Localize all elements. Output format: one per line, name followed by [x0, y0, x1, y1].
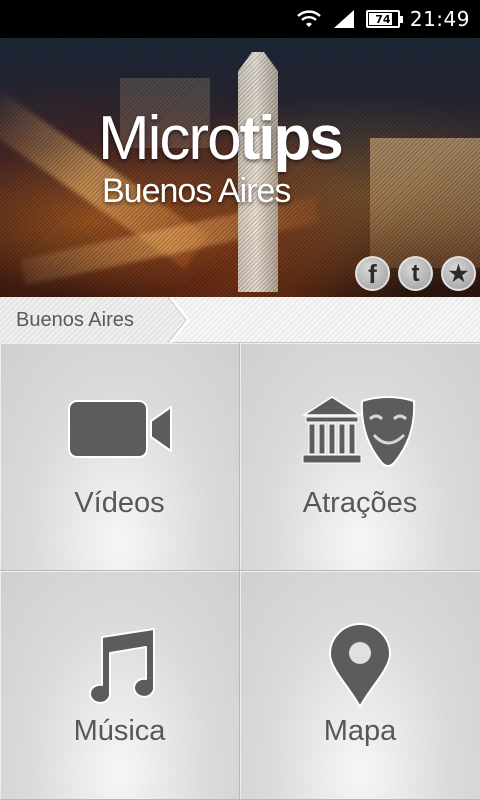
tile-label-videos: Vídeos: [74, 487, 165, 519]
tile-attractions[interactable]: Atrações: [240, 343, 480, 571]
breadcrumb-bar: Buenos Aires: [0, 297, 480, 343]
tile-music[interactable]: Música: [0, 571, 240, 800]
battery-icon: 74: [365, 10, 403, 28]
breadcrumb-label: Buenos Aires: [16, 309, 134, 331]
star-icon: ★: [448, 260, 469, 286]
favorite-button[interactable]: ★: [441, 256, 476, 291]
attractions-icon: [301, 396, 416, 467]
header-banner: Microtips Buenos Aires f t ★: [0, 38, 480, 297]
logo-text-bold: tips: [239, 104, 344, 173]
clock: 21:49: [409, 7, 470, 31]
tile-label-map: Mapa: [323, 715, 397, 747]
video-camera-icon: [67, 400, 172, 458]
menu-grid: Vídeos Atrações Música Mapa: [0, 343, 480, 800]
app-logo: Microtips: [98, 108, 344, 170]
tile-videos[interactable]: Vídeos: [0, 343, 240, 571]
battery-level: 74: [375, 12, 391, 26]
tile-map[interactable]: Mapa: [240, 571, 480, 800]
wifi-icon: [297, 10, 321, 27]
facebook-icon: f: [368, 258, 377, 289]
twitter-icon: t: [411, 259, 420, 287]
logo-text-light: Micro: [98, 104, 242, 173]
breadcrumb-chevron-icon: [167, 297, 190, 343]
signal-icon: [333, 10, 354, 28]
tile-label-attractions: Atrações: [302, 487, 418, 519]
facebook-button[interactable]: f: [355, 256, 390, 291]
logo-city: Buenos Aires: [102, 172, 291, 210]
status-bar: 74 21:49: [0, 0, 480, 38]
map-pin-icon: [328, 623, 392, 709]
twitter-button[interactable]: t: [398, 256, 433, 291]
social-buttons: f t ★: [355, 256, 476, 291]
tile-label-music: Música: [73, 715, 166, 747]
music-note-icon: [88, 628, 155, 704]
